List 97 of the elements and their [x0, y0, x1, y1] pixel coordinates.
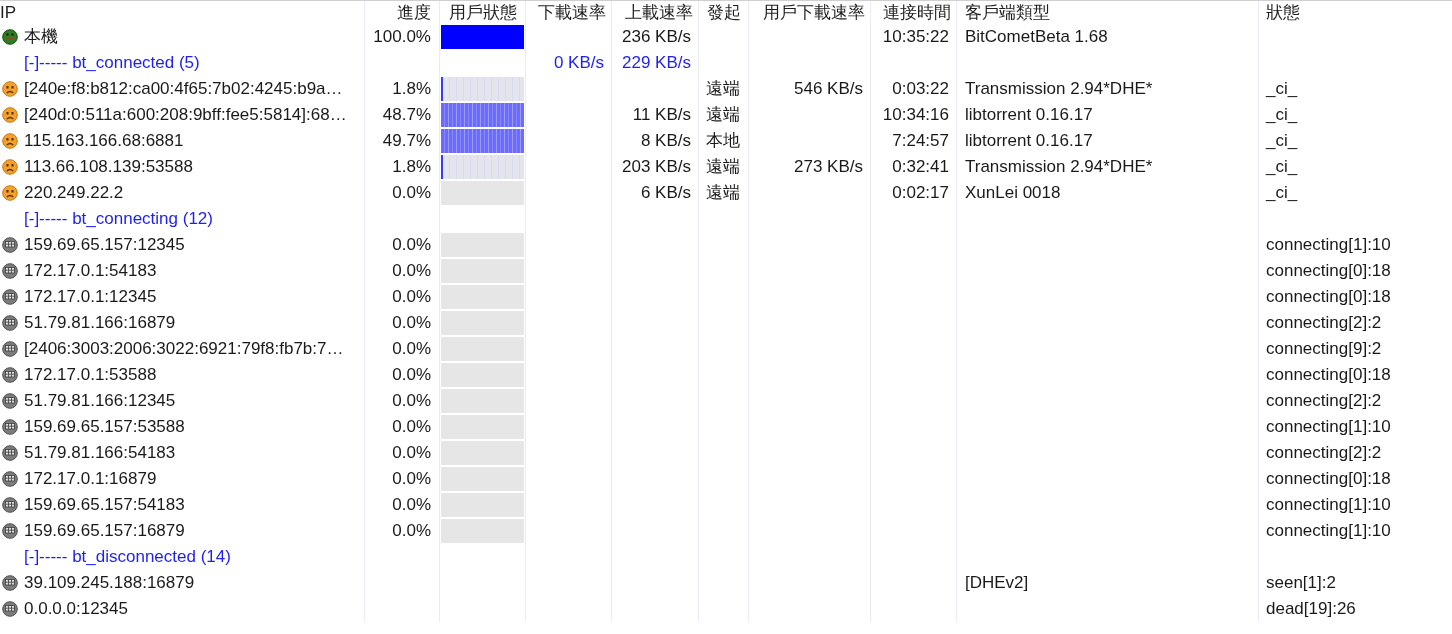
progress-percent: 0.0% [392, 416, 431, 439]
connection-time: 0:03:22 [892, 78, 949, 101]
client-name: Transmission 2.94*DHE* [965, 156, 1153, 179]
status-text: dead[19]:26 [1266, 598, 1356, 621]
status-text: connecting[1]:10 [1266, 416, 1391, 439]
peer-address: 51.79.81.166:54183 [24, 442, 176, 465]
status-text: connecting[2]:2 [1266, 390, 1382, 413]
progress-percent: 49.7% [382, 130, 431, 153]
initiator-text: 遠端 [706, 182, 740, 205]
progress-percent: 0.0% [392, 468, 431, 491]
status-text: connecting[9]:2 [1266, 338, 1382, 361]
progress-percent: 1.8% [392, 78, 431, 101]
upload-rate: 6 KB/s [640, 182, 691, 205]
peer-download-rate: 273 KB/s [794, 156, 863, 179]
progress-percent: 0.0% [392, 260, 431, 283]
client-name: [DHEv2] [965, 572, 1029, 595]
status-text: _ci_ [1266, 78, 1298, 101]
client-name: libtorrent 0.16.17 [965, 130, 1093, 153]
upload-rate: 229 KB/s [622, 52, 691, 75]
peer-address: 51.79.81.166:12345 [24, 390, 176, 413]
peer-address: [240d:0:511a:600:208:9bff:fee5:5814]:68… [24, 104, 347, 127]
peer-address: 113.66.108.139:53588 [24, 156, 193, 179]
status-text: connecting[1]:10 [1266, 494, 1391, 517]
upload-rate: 203 KB/s [622, 156, 691, 179]
group-toggle-label[interactable]: [-]----- bt_disconnected (14) [2, 544, 231, 570]
status-text: connecting[1]:10 [1266, 234, 1391, 257]
status-text: _ci_ [1266, 130, 1298, 153]
download-rate: 0 KB/s [553, 52, 604, 75]
connection-time: 10:34:16 [882, 104, 949, 127]
progress-percent: 100.0% [373, 26, 431, 49]
status-text: _ci_ [1266, 156, 1298, 179]
peer-address: 159.69.65.157:12345 [24, 234, 185, 257]
progress-percent: 0.0% [392, 182, 431, 205]
column-header[interactable]: 客戶端類型 [957, 1, 1259, 24]
peer-address: 本機 [24, 26, 58, 49]
initiator-text: 遠端 [706, 78, 740, 101]
progress-percent: 0.0% [392, 286, 431, 309]
peer-address: [2406:3003:2006:3022:6921:79f8:fb7b:7… [24, 338, 344, 361]
client-name: XunLei 0018 [965, 182, 1061, 205]
connection-time: 0:02:17 [892, 182, 949, 205]
peer-address: 172.17.0.1:16879 [24, 468, 157, 491]
progress-percent: 0.0% [392, 442, 431, 465]
status-text: seen[1]:2 [1266, 572, 1336, 595]
peer-address: 39.109.245.188:16879 [24, 572, 195, 595]
peer-address: 220.249.22.2 [24, 182, 124, 205]
upload-rate: 8 KB/s [640, 130, 691, 153]
group-toggle-label[interactable]: [-]----- bt_connected (5) [2, 50, 200, 76]
upload-rate: 11 KB/s [632, 104, 691, 127]
status-text: connecting[0]:18 [1266, 260, 1391, 283]
status-text: _ci_ [1266, 104, 1298, 127]
status-text: connecting[0]:18 [1266, 364, 1391, 387]
status-text: connecting[2]:2 [1266, 312, 1382, 335]
progress-percent: 0.0% [392, 494, 431, 517]
client-name: BitCometBeta 1.68 [965, 26, 1108, 49]
column-header[interactable]: 連接時間 [871, 1, 957, 24]
progress-percent: 0.0% [392, 234, 431, 257]
peer-address: 159.69.65.157:16879 [24, 520, 185, 543]
progress-percent: 1.8% [392, 156, 431, 179]
peer-address: 172.17.0.1:53588 [24, 364, 157, 387]
column-header[interactable]: 狀態 [1259, 1, 1452, 24]
status-text: connecting[0]:18 [1266, 286, 1391, 309]
peer-address: 172.17.0.1:54183 [24, 260, 157, 283]
column-header[interactable]: 發起 [699, 1, 749, 24]
peer-address: 172.17.0.1:12345 [24, 286, 157, 309]
status-text: _ci_ [1266, 182, 1298, 205]
column-header[interactable]: 下載速率 [526, 1, 612, 24]
peer-address: 51.79.81.166:16879 [24, 312, 176, 335]
client-name: libtorrent 0.16.17 [965, 104, 1093, 127]
connection-time: 7:24:57 [892, 130, 949, 153]
connection-time: 0:32:41 [892, 156, 949, 179]
progress-percent: 0.0% [392, 312, 431, 335]
initiator-text: 遠端 [706, 156, 740, 179]
peer-address: 159.69.65.157:53588 [24, 416, 185, 439]
progress-percent: 0.0% [392, 520, 431, 543]
status-text: connecting[1]:10 [1266, 520, 1391, 543]
peer-address: [240e:f8:b812:ca00:4f65:7b02:4245:b9a… [24, 78, 343, 101]
status-text: connecting[2]:2 [1266, 442, 1382, 465]
column-header[interactable]: IP [0, 1, 365, 24]
column-header[interactable]: 用戶下載速率 [749, 1, 871, 24]
progress-percent: 0.0% [392, 338, 431, 361]
peer-download-rate: 546 KB/s [794, 78, 863, 101]
progress-percent: 48.7% [382, 104, 431, 127]
column-header[interactable]: 進度 [365, 1, 440, 24]
initiator-text: 本地 [706, 130, 740, 153]
progress-percent: 0.0% [392, 390, 431, 413]
peer-address: 0.0.0.0:12345 [24, 598, 128, 621]
status-text: connecting[0]:18 [1266, 468, 1391, 491]
connection-time: 10:35:22 [882, 26, 949, 49]
peer-address: 159.69.65.157:54183 [24, 494, 185, 517]
progress-percent: 0.0% [392, 364, 431, 387]
client-name: Transmission 2.94*DHE* [965, 78, 1153, 101]
group-toggle-label[interactable]: [-]----- bt_connecting (12) [2, 206, 213, 232]
initiator-text: 遠端 [706, 104, 740, 127]
column-header[interactable]: 用戶狀態 [440, 1, 526, 24]
peer-address: 115.163.166.68:6881 [24, 130, 184, 153]
upload-rate: 236 KB/s [622, 26, 691, 49]
column-header[interactable]: 上載速率 [612, 1, 699, 24]
